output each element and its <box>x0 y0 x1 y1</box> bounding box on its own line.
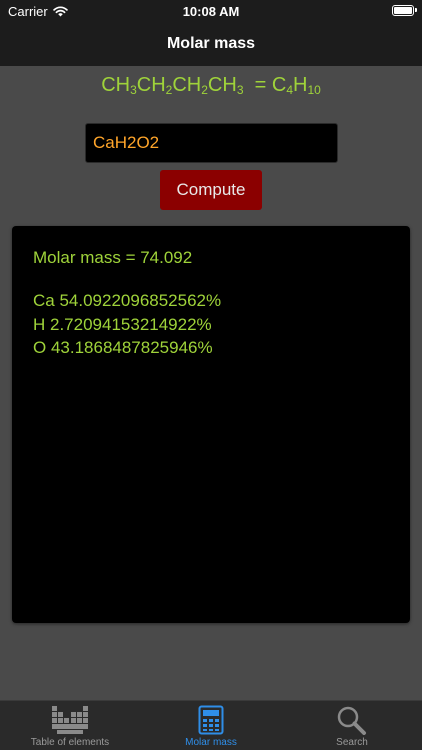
status-time: 10:08 AM <box>182 4 240 19</box>
tab-label-table-of-elements: Table of elements <box>30 737 110 748</box>
composition-line-o: O 43.1868487825946% <box>33 338 213 357</box>
app-screen: Carrier 10:08 AM Molar mass CH3CH2CH2CH3… <box>0 0 422 750</box>
compute-button[interactable]: Compute <box>160 170 262 210</box>
navigation-bar: Molar mass <box>0 24 422 66</box>
page-title: Molar mass <box>166 35 256 52</box>
tab-label-search: Search <box>336 737 368 748</box>
formula-input[interactable] <box>85 123 338 163</box>
molar-mass-result: Molar mass = 74.092 <box>33 248 193 267</box>
results-panel[interactable]: Molar mass = 74.092 Ca 54.0922096852562%… <box>12 226 410 623</box>
battery-icon <box>392 5 417 16</box>
status-bar: Carrier 10:08 AM <box>0 0 422 24</box>
calculator-icon <box>198 705 224 735</box>
tab-molar-mass[interactable]: Molar mass <box>141 705 281 750</box>
periodic-table-icon <box>52 706 88 734</box>
tab-bar: Table of elements Molar mass Search <box>0 700 422 750</box>
example-formula-lhs: CH3CH2CH2CH3 <box>101 74 244 97</box>
tab-search[interactable]: Search <box>282 705 422 750</box>
example-formula: CH3CH2CH2CH3 = C4H10 <box>0 74 422 97</box>
example-formula-equals: = <box>249 74 272 96</box>
tab-table-of-elements[interactable]: Table of elements <box>0 705 140 750</box>
magnifier-icon <box>337 706 366 735</box>
composition-line-h: H 2.72094153214922% <box>33 315 212 334</box>
composition-line-ca: Ca 54.0922096852562% <box>33 291 222 310</box>
tab-label-molar-mass: Molar mass <box>185 737 237 748</box>
example-formula-rhs: C4H10 <box>271 74 321 97</box>
